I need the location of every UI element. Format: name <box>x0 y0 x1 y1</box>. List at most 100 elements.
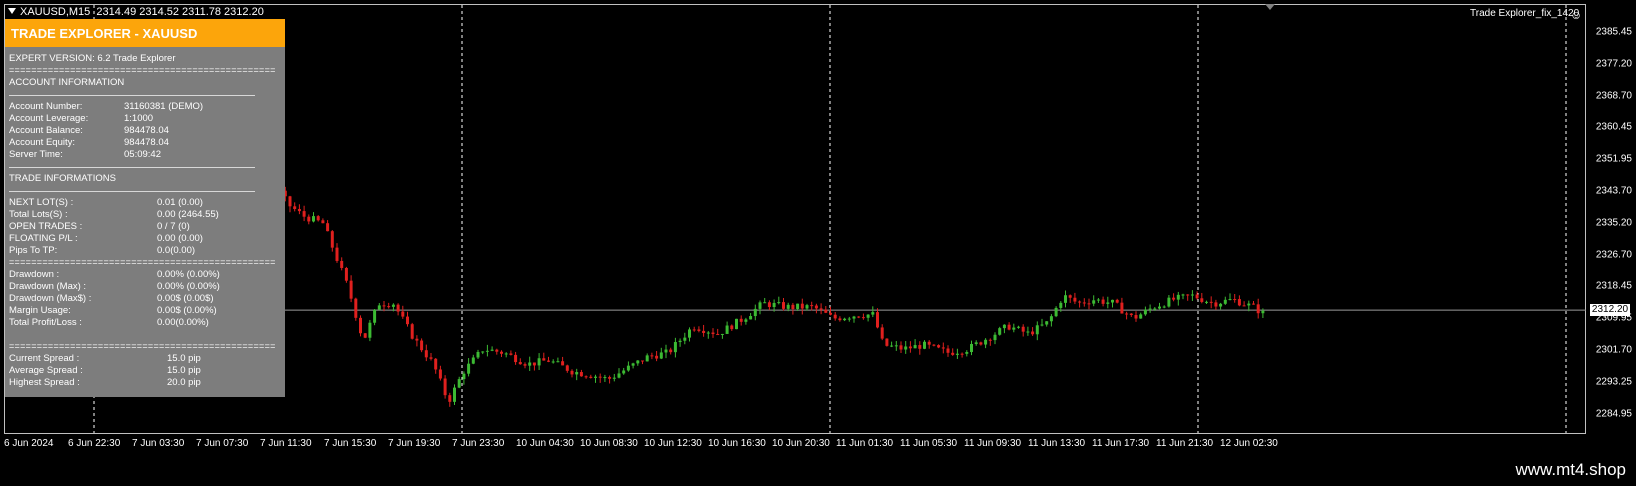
bull-candle <box>725 325 729 334</box>
bull-candle <box>998 328 1002 335</box>
bull-candle <box>847 318 851 320</box>
bear-candle <box>1172 297 1176 300</box>
info-value: 05:09:42 <box>124 149 161 160</box>
price-label: 2293.25 <box>1595 376 1632 388</box>
bear-candle <box>363 333 367 338</box>
bull-candle <box>890 345 894 347</box>
bull-candle <box>786 304 790 309</box>
info-row: NEXT LOT(S) : 0.01 (0.00) <box>9 197 281 209</box>
bull-candle <box>1139 314 1143 319</box>
bear-candle <box>297 209 301 212</box>
info-value: 0.00 (2464.55) <box>157 209 219 220</box>
bull-candle <box>772 302 776 308</box>
bull-candle <box>537 358 541 366</box>
info-row: Total Profit/Loss : 0.00(0.00%) <box>9 317 281 329</box>
bear-candle <box>857 316 861 318</box>
bear-candle <box>1101 299 1105 304</box>
bear-candle <box>767 302 771 308</box>
bear-candle <box>692 329 696 331</box>
bear-candle <box>382 305 386 307</box>
info-value: 20.0 pip <box>167 377 201 388</box>
bull-candle <box>753 308 757 317</box>
bull-candle <box>603 377 607 379</box>
shift-marker-icon[interactable] <box>1265 4 1275 10</box>
bear-candle <box>1233 299 1237 301</box>
bull-candle <box>749 316 753 320</box>
bear-candle <box>514 354 518 363</box>
price-label: 2284.95 <box>1595 408 1632 420</box>
info-value: 0.00% (0.00%) <box>157 281 220 292</box>
info-label: Margin Usage: <box>9 305 71 316</box>
bull-candle <box>706 332 710 334</box>
time-label: 10 Jun 08:30 <box>580 438 638 449</box>
bull-candle <box>1064 295 1067 303</box>
bear-candle <box>330 231 334 248</box>
bull-candle <box>1181 294 1185 296</box>
bull-candle <box>485 350 489 352</box>
bear-candle <box>598 376 602 378</box>
time-label: 11 Jun 13:30 <box>1028 438 1086 449</box>
bear-candle <box>326 223 330 232</box>
time-label: 7 Jun 23:30 <box>452 438 505 449</box>
price-label: 2318.45 <box>1595 280 1632 292</box>
info-value: 0.00% (0.00%) <box>157 269 220 280</box>
bear-candle <box>814 305 818 309</box>
bull-candle <box>312 216 315 222</box>
time-label: 7 Jun 11:30 <box>260 438 312 449</box>
bull-candle <box>1261 310 1265 314</box>
bull-candle <box>664 349 668 353</box>
spread-info: Current Spread :15.0 pip Average Spread :… <box>9 353 281 389</box>
bear-candle <box>584 376 588 378</box>
bull-candle <box>955 353 959 355</box>
dropdown-triangle-icon[interactable] <box>8 8 16 14</box>
bull-candle <box>467 363 471 374</box>
bull-candle <box>913 345 917 349</box>
info-value: 15.0 pip <box>167 353 201 364</box>
time-label: 10 Jun 12:30 <box>644 438 702 449</box>
bear-candle <box>579 372 583 377</box>
bear-candle <box>429 357 433 359</box>
bear-candle <box>547 360 550 362</box>
bear-candle <box>344 267 348 281</box>
bull-candle <box>490 349 494 351</box>
bear-candle <box>1195 294 1199 299</box>
time-label: 7 Jun 03:30 <box>132 438 185 449</box>
bull-candle <box>1247 303 1251 306</box>
bull-candle <box>688 329 691 338</box>
bear-candle <box>410 324 414 339</box>
bear-candle <box>1007 324 1011 330</box>
bull-candle <box>866 314 870 318</box>
info-value: 15.0 pip <box>167 365 201 376</box>
info-value: 0.00(0.00%) <box>157 317 209 328</box>
expert-smiley-icon[interactable]: ☺ <box>1570 8 1582 22</box>
bull-candle <box>1092 300 1096 304</box>
bear-candle <box>316 216 320 221</box>
bull-candle <box>1205 301 1208 303</box>
bull-candle <box>1012 327 1016 330</box>
watermark: www.mt4.shop <box>1515 460 1626 479</box>
bear-candle <box>810 305 814 307</box>
bull-candle <box>904 346 908 350</box>
bear-candle <box>448 395 452 402</box>
info-label: Total Profit/Loss : <box>9 317 82 328</box>
info-label: Current Spread : <box>9 353 80 364</box>
info-label: FLOATING P/L : <box>9 233 78 244</box>
bear-candle <box>495 349 499 352</box>
bear-candle <box>307 216 311 222</box>
bull-candle <box>1219 303 1223 307</box>
bear-candle <box>988 339 992 341</box>
bear-candle <box>979 342 983 345</box>
bear-candle <box>302 211 306 217</box>
bear-candle <box>829 312 832 315</box>
bear-candle <box>650 355 654 357</box>
indicator-label: Trade Explorer_fix_1420 <box>1470 8 1580 19</box>
bull-candle <box>636 360 640 364</box>
bear-candle <box>415 338 419 341</box>
bull-candle <box>1153 308 1157 310</box>
bull-candle <box>462 373 466 380</box>
panel-title: TRADE EXPLORER - XAUUSD <box>11 26 198 41</box>
info-row: Account Number: 31160381 (DEMO) <box>9 101 281 113</box>
bear-candle <box>509 353 513 355</box>
bear-candle <box>861 317 865 319</box>
bear-candle <box>711 332 715 335</box>
